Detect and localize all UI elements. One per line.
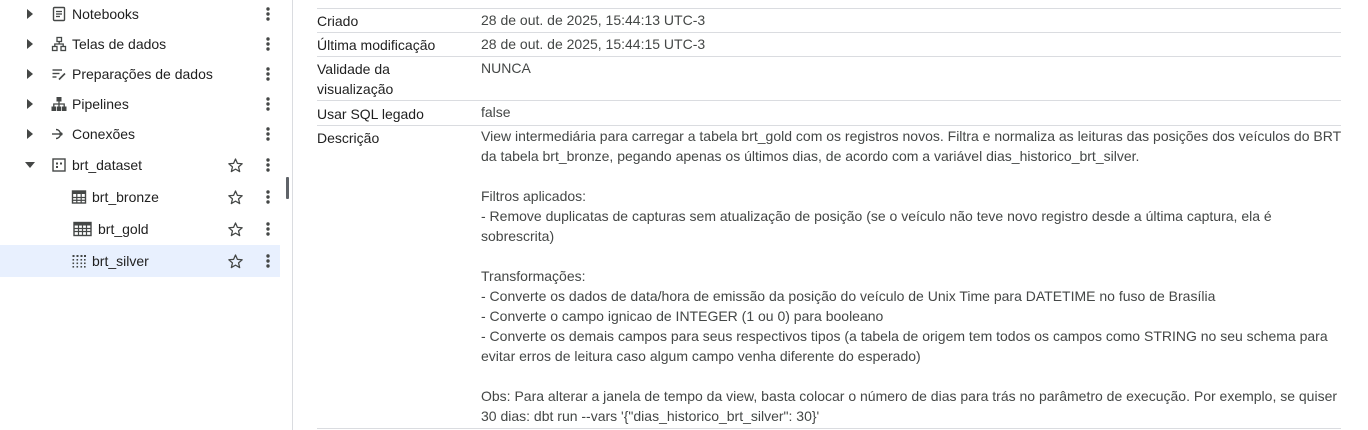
- table-icon: [72, 220, 92, 238]
- expand-arrow-icon[interactable]: [22, 126, 38, 142]
- more-options-icon[interactable]: [259, 35, 277, 53]
- tree-item-label: Conexões: [72, 126, 136, 142]
- details-value: 28 de out. de 2025, 15:44:15 UTC-3: [481, 36, 706, 52]
- tree-item-brt-gold[interactable]: brt_gold: [0, 213, 280, 245]
- details-value: 28 de out. de 2025, 15:44:13 UTC-3: [481, 12, 706, 28]
- description-line: Obs: Para alterar a janela de tempo da v…: [481, 388, 1338, 404]
- tree-item-pipelines[interactable]: Pipelines: [0, 88, 280, 120]
- description-line: - Converte os dados de data/hora de emis…: [481, 288, 1216, 304]
- description-line: da tabela brt_bronze, pegando apenas os …: [481, 148, 1140, 164]
- tree-item-data-canvases[interactable]: Telas de dados: [0, 28, 280, 60]
- description-line: Filtros aplicados:: [481, 188, 587, 204]
- data-preparation-icon: [50, 65, 68, 83]
- tree-item-label: Telas de dados: [72, 36, 167, 52]
- expand-arrow-icon[interactable]: [22, 96, 38, 112]
- expand-arrow-icon[interactable]: [22, 66, 38, 82]
- tree-item-label: Preparações de dados: [72, 66, 213, 82]
- pipeline-icon: [50, 95, 68, 113]
- tree-item-label: brt_gold: [98, 221, 149, 237]
- tree-item-brt-dataset[interactable]: brt_dataset: [0, 149, 280, 181]
- expand-arrow-icon[interactable]: [22, 36, 38, 52]
- details-key: Última modificação: [317, 37, 436, 53]
- details-key: Usar SQL legado: [317, 106, 424, 122]
- star-icon[interactable]: [226, 252, 244, 270]
- details-key: Validade da visualização: [317, 61, 394, 97]
- details-row-created: Criado 28 de out. de 2025, 15:44:13 UTC-…: [317, 9, 1341, 33]
- star-icon[interactable]: [226, 188, 244, 206]
- more-options-icon[interactable]: [259, 220, 277, 238]
- details-row-last-modified: Última modificação 28 de out. de 2025, 1…: [317, 33, 1341, 57]
- details-row-expiration: Validade da visualização NUNCA: [317, 57, 1341, 101]
- description-text: View intermediária para carregar a tabel…: [481, 126, 1341, 426]
- dataset-icon: [50, 156, 68, 174]
- more-options-icon[interactable]: [259, 5, 277, 23]
- star-icon[interactable]: [226, 156, 244, 174]
- description-line: - Remove duplicatas de capturas sem atua…: [481, 208, 1272, 224]
- sidebar-divider: [292, 0, 293, 430]
- data-canvas-icon: [50, 35, 68, 53]
- description-blank-line: [481, 246, 1341, 266]
- more-options-icon[interactable]: [259, 95, 277, 113]
- star-icon[interactable]: [226, 220, 244, 238]
- description-line: - Converte o campo ignicao de INTEGER (1…: [481, 308, 884, 324]
- view-icon: [70, 252, 88, 270]
- details-value: NUNCA: [481, 60, 531, 76]
- connection-icon: [50, 125, 68, 143]
- description-blank-line: [481, 166, 1341, 186]
- table-icon: [70, 188, 88, 206]
- description-blank-line: [481, 366, 1341, 386]
- details-key: Descrição: [317, 130, 380, 146]
- tree-item-label: brt_dataset: [72, 157, 143, 173]
- tree-item-label: Pipelines: [72, 96, 129, 112]
- details-row-legacy-sql: Usar SQL legado false: [317, 101, 1341, 126]
- panel-resize-handle[interactable]: [286, 177, 289, 199]
- more-options-icon[interactable]: [259, 252, 277, 270]
- details-key: Criado: [317, 13, 359, 29]
- description-line: - Converte os demais campos para seus re…: [481, 328, 1328, 344]
- more-options-icon[interactable]: [259, 125, 277, 143]
- details-row-partial: [317, 0, 1341, 9]
- tree-item-label: Notebooks: [72, 6, 139, 22]
- explorer-sidebar: Notebooks Telas de dados Preparações de …: [0, 0, 292, 430]
- description-line: sobrescrita): [481, 228, 555, 244]
- tree-item-label: brt_bronze: [92, 189, 159, 205]
- more-options-icon[interactable]: [259, 65, 277, 83]
- tree-item-label: brt_silver: [92, 253, 149, 269]
- details-value: false: [481, 104, 511, 120]
- details-row-description: Descrição View intermediária para carreg…: [317, 126, 1341, 429]
- description-line: evitar erros de leitura caso algum campo…: [481, 348, 921, 364]
- description-line: 30 dias: dbt run --vars '{"dias_historic…: [481, 408, 820, 424]
- tree-item-brt-silver[interactable]: brt_silver: [0, 245, 280, 277]
- tree-item-brt-bronze[interactable]: brt_bronze: [0, 181, 280, 213]
- description-line: View intermediária para carregar a tabel…: [481, 128, 1342, 144]
- tree-item-notebooks[interactable]: Notebooks: [0, 0, 280, 30]
- collapse-arrow-icon[interactable]: [22, 157, 38, 173]
- description-line: Transformações:: [481, 268, 586, 284]
- expand-arrow-icon[interactable]: [22, 6, 38, 22]
- tree-item-connections[interactable]: Conexões: [0, 118, 280, 150]
- tree-item-data-preparations[interactable]: Preparações de dados: [0, 58, 280, 90]
- more-options-icon[interactable]: [259, 156, 277, 174]
- notebook-icon: [50, 5, 68, 23]
- more-options-icon[interactable]: [259, 188, 277, 206]
